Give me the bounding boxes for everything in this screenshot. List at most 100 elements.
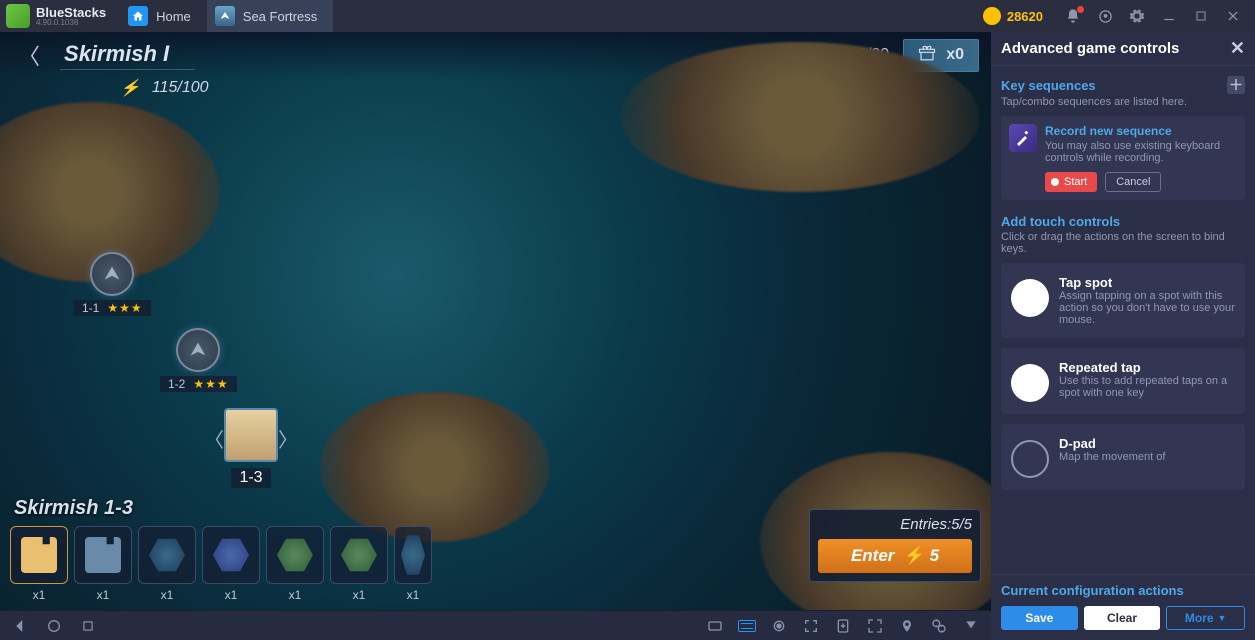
collapse-button[interactable] [959, 614, 983, 638]
record-sequence-title: Record new sequence [1045, 124, 1237, 138]
tab-label: Sea Fortress [243, 9, 317, 24]
panel-header: Advanced game controls ✕ [991, 32, 1255, 66]
keyboard-icon [738, 620, 756, 632]
repeated-tap-control[interactable]: Repeated tap Use this to add repeated ta… [1001, 348, 1245, 414]
reward-item[interactable]: x1 [394, 526, 432, 602]
control-desc: Map the movement of [1059, 451, 1165, 463]
clear-button[interactable]: Clear [1084, 606, 1161, 630]
bolt-icon: ⚡ [120, 78, 140, 98]
enter-label: Enter [851, 546, 894, 566]
level-node-1-2[interactable]: 1-2 ★★★ [160, 328, 237, 392]
terrain [620, 42, 980, 192]
node-id: 1-2 [168, 377, 185, 391]
control-title: D-pad [1059, 436, 1165, 451]
repeated-tap-icon [1011, 364, 1049, 402]
control-title: Tap spot [1059, 275, 1235, 290]
enter-cost: 5 [930, 546, 939, 566]
rewards-row: x1 x1 x1 x1 x1 x1 x1 [10, 526, 432, 602]
reward-item[interactable]: x1 [330, 526, 388, 602]
game-icon [215, 6, 235, 26]
chevron-down-icon: ▼ [1218, 613, 1227, 623]
reward-item[interactable]: x1 [74, 526, 132, 602]
maximize-button[interactable] [1187, 2, 1215, 30]
record-button[interactable] [767, 614, 791, 638]
tap-spot-icon [1011, 279, 1049, 317]
record-sequence-desc: You may also use existing keyboard contr… [1045, 140, 1237, 164]
key-sequences-subtitle: Tap/combo sequences are listed here. [1001, 96, 1245, 108]
app-version: 4.90.0.1038 [36, 19, 106, 27]
settings-button[interactable] [1123, 2, 1151, 30]
fullscreen-corners-button[interactable] [799, 614, 823, 638]
panel-footer: Current configuration actions Save Clear… [991, 574, 1255, 640]
coin-amount: 28620 [1007, 9, 1043, 24]
add-sequence-button[interactable]: ＋ [1227, 76, 1245, 94]
record-dot-icon [1051, 178, 1059, 186]
fullscreen-button[interactable] [863, 614, 887, 638]
account-button[interactable] [1091, 2, 1119, 30]
dpad-control[interactable]: D-pad Map the movement of [1001, 424, 1245, 490]
bottom-toolbar [0, 610, 991, 640]
key-sequences-header: Key sequences ＋ [1001, 76, 1245, 94]
more-button[interactable]: More▼ [1166, 606, 1245, 630]
enter-panel: Entries:5/5 Enter ⚡5 [809, 509, 981, 582]
next-node-arrow[interactable]: 〉 [278, 424, 298, 453]
close-button[interactable] [1219, 2, 1247, 30]
start-recording-button[interactable]: Start [1045, 172, 1097, 192]
notifications-button[interactable] [1059, 2, 1087, 30]
tab-label: Home [156, 9, 191, 24]
node-stars: ★★★ [193, 377, 228, 391]
wand-icon [1009, 124, 1037, 152]
energy-value: 115/100 [152, 79, 209, 97]
toggle-overlay-button[interactable] [703, 614, 727, 638]
control-title: Repeated tap [1059, 360, 1235, 375]
prev-node-arrow[interactable]: 〈 [204, 424, 224, 453]
back-button[interactable]: 〈 [12, 39, 46, 71]
logo-icon [6, 4, 30, 28]
gift-value: x0 [946, 46, 964, 64]
android-recents-button[interactable] [76, 614, 100, 638]
selected-level-label: Skirmish 1-3 [14, 497, 133, 520]
touch-controls-subtitle: Click or drag the actions on the screen … [1001, 231, 1245, 255]
footer-title: Current configuration actions [1001, 583, 1245, 598]
reward-item[interactable]: x1 [266, 526, 324, 602]
level-node-1-3[interactable]: 〈 〉 1-3 [224, 408, 278, 488]
reward-item[interactable]: x1 [10, 526, 68, 602]
tap-spot-control[interactable]: Tap spot Assign tapping on a spot with t… [1001, 263, 1245, 338]
coin-icon [983, 7, 1001, 25]
screenshot-button[interactable] [927, 614, 951, 638]
page-title: Skirmish I [60, 41, 195, 70]
save-button[interactable]: Save [1001, 606, 1078, 630]
install-apk-button[interactable] [831, 614, 855, 638]
home-icon [128, 6, 148, 26]
tab-sea-fortress[interactable]: Sea Fortress [207, 0, 333, 32]
level-node-1-1[interactable]: 1-1 ★★★ [74, 252, 151, 316]
node-badge [90, 252, 134, 296]
node-stars: ★★★ [107, 301, 142, 315]
panel-title: Advanced game controls [1001, 40, 1179, 57]
keyboard-controls-button[interactable] [735, 614, 759, 638]
control-desc: Use this to add repeated taps on a spot … [1059, 375, 1235, 399]
panel-close-button[interactable]: ✕ [1230, 38, 1245, 59]
notification-dot [1077, 6, 1084, 13]
touch-controls-header: Add touch controls [1001, 214, 1245, 229]
window-titlebar: BlueStacks 4.90.0.1038 Home Sea Fortress… [0, 0, 1255, 32]
cancel-recording-button[interactable]: Cancel [1105, 172, 1161, 192]
control-desc: Assign tapping on a spot with this actio… [1059, 290, 1235, 326]
enter-button[interactable]: Enter ⚡5 [818, 539, 972, 573]
bolt-icon: ⚡ [904, 546, 925, 566]
game-viewport[interactable]: 〈 Skirmish I ★ 6/30 x0 ⚡ 115/100 [0, 32, 991, 640]
advanced-controls-panel: Advanced game controls ✕ Key sequences ＋… [991, 32, 1255, 640]
terrain [320, 392, 550, 542]
node-id: 1-1 [82, 301, 99, 315]
node-badge [176, 328, 220, 372]
android-home-button[interactable] [42, 614, 66, 638]
reward-item[interactable]: x1 [138, 526, 196, 602]
reward-item[interactable]: x1 [202, 526, 260, 602]
minimize-button[interactable] [1155, 2, 1183, 30]
location-button[interactable] [895, 614, 919, 638]
app-name: BlueStacks [36, 6, 106, 19]
tab-home[interactable]: Home [120, 0, 207, 32]
android-back-button[interactable] [8, 614, 32, 638]
entries-label: Entries:5/5 [818, 516, 972, 533]
dpad-icon [1011, 440, 1049, 478]
